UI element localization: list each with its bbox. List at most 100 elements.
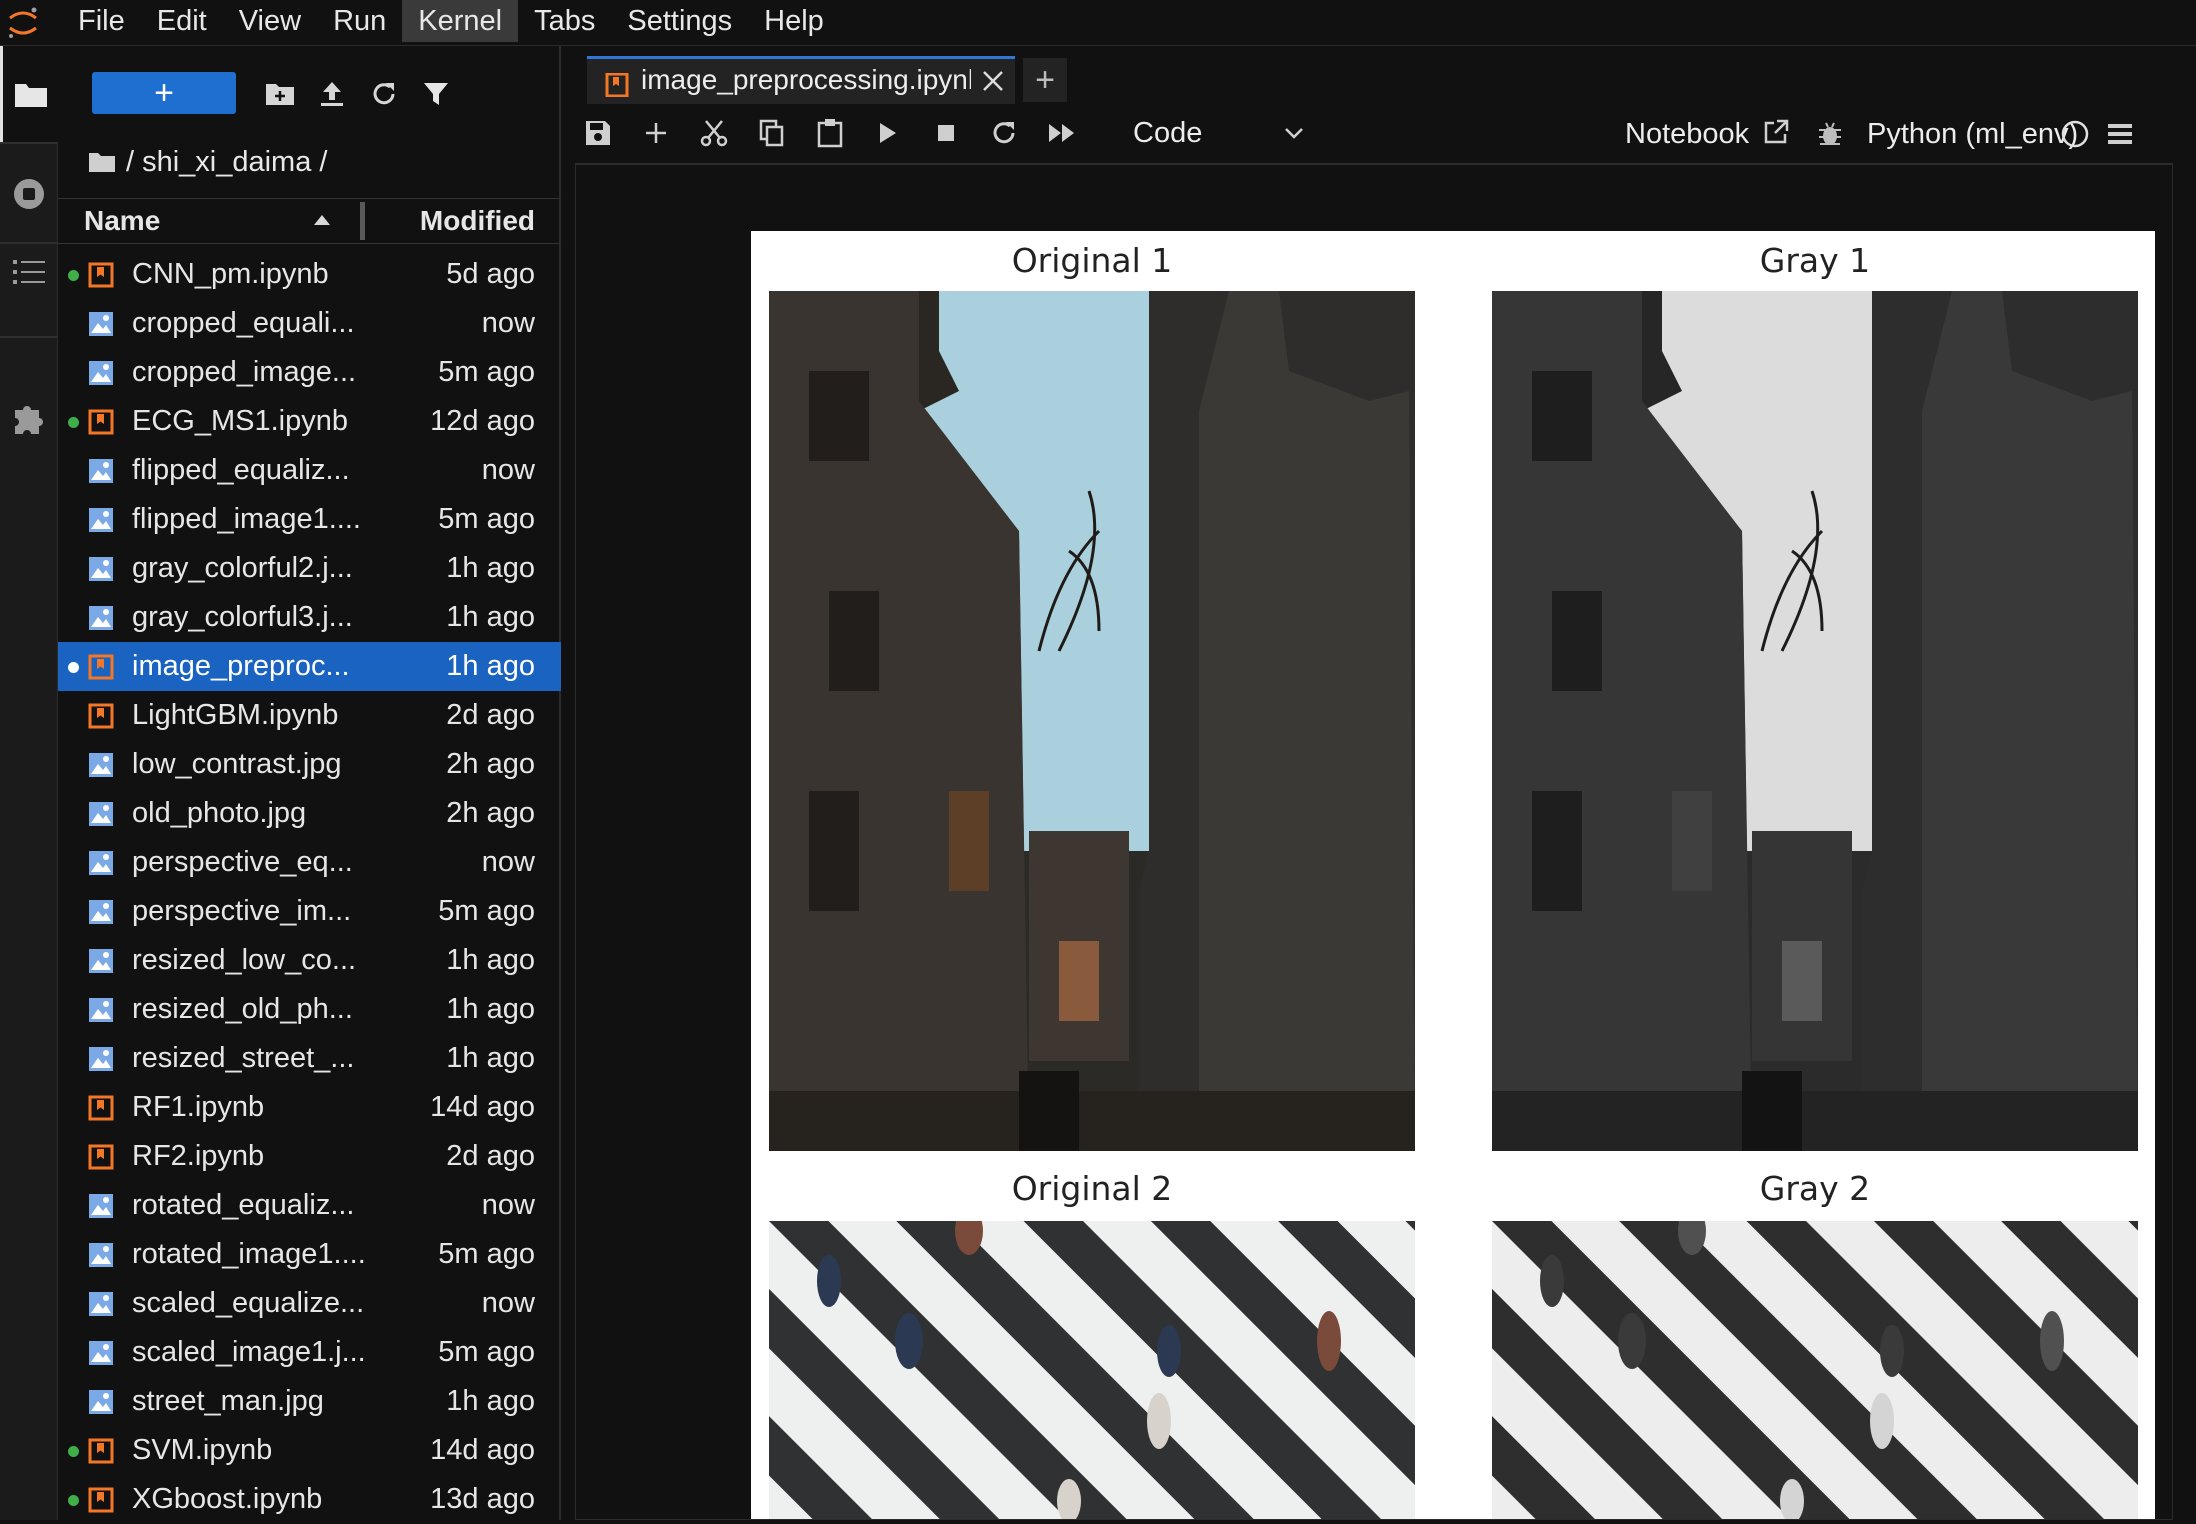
file-row[interactable]: ECG_MS1.ipynb 12d ago xyxy=(58,397,561,446)
file-row[interactable]: image_preproc... 1h ago xyxy=(58,642,561,691)
file-name: cropped_image... xyxy=(132,356,357,388)
toolbar-menu-button[interactable] xyxy=(2107,122,2133,151)
notebook-content[interactable]: Original 1 Gray 1 Original 2 Gray 2 xyxy=(575,164,2173,1520)
menu-view[interactable]: View xyxy=(223,0,317,42)
breadcrumb-folder[interactable]: shi_xi_daima xyxy=(142,146,311,179)
file-name: resized_street_... xyxy=(132,1042,355,1074)
file-row[interactable]: cropped_image... 5m ago xyxy=(58,348,561,397)
file-row[interactable]: gray_colorful3.j... 1h ago xyxy=(58,593,561,642)
file-row[interactable]: scaled_image1.j... 5m ago xyxy=(58,1328,561,1377)
kernel-name-button[interactable]: Python (ml_env) xyxy=(1867,104,2078,164)
restart-kernel-button[interactable] xyxy=(987,116,1021,150)
file-row[interactable]: RF1.ipynb 14d ago xyxy=(58,1083,561,1132)
file-modified: now xyxy=(481,1189,535,1221)
jupyter-logo[interactable] xyxy=(4,6,42,40)
file-modified: 2h ago xyxy=(446,797,535,829)
save-button[interactable] xyxy=(581,116,615,150)
cut-button[interactable] xyxy=(697,116,731,150)
file-modified: 1h ago xyxy=(446,1385,535,1417)
folder-icon[interactable] xyxy=(88,151,116,173)
file-row[interactable]: LightGBM.ipynb 2d ago xyxy=(58,691,561,740)
menu-help[interactable]: Help xyxy=(748,0,840,42)
file-row[interactable]: RF2.ipynb 2d ago xyxy=(58,1132,561,1181)
image-file-icon xyxy=(89,312,113,336)
new-folder-button[interactable] xyxy=(262,76,298,112)
image-file-icon xyxy=(89,1194,113,1218)
close-icon[interactable] xyxy=(979,67,1007,95)
file-row[interactable]: old_photo.jpg 2h ago xyxy=(58,789,561,838)
file-list: CNN_pm.ipynb 5d ago cropped_equali... now cr… xyxy=(58,250,561,1524)
file-row[interactable]: resized_old_ph... 1h ago xyxy=(58,985,561,1034)
file-row[interactable]: SVM.ipynb 14d ago xyxy=(58,1426,561,1475)
file-row[interactable]: CNN_pm.ipynb 5d ago xyxy=(58,250,561,299)
open-in-notebook-button[interactable]: Notebook xyxy=(1625,104,1789,164)
file-row[interactable]: rotated_image1.... 5m ago xyxy=(58,1230,561,1279)
file-name: RF2.ipynb xyxy=(132,1140,265,1172)
file-row[interactable]: flipped_image1.... 5m ago xyxy=(58,495,561,544)
cell-output-figure: Original 1 Gray 1 Original 2 Gray 2 xyxy=(751,231,2155,1519)
file-row[interactable]: resized_low_co... 1h ago xyxy=(58,936,561,985)
upload-button[interactable] xyxy=(314,76,350,112)
file-browser-tab[interactable] xyxy=(0,46,58,142)
image-gray-1 xyxy=(1492,291,2138,1151)
refresh-button[interactable] xyxy=(366,76,402,112)
menu-run[interactable]: Run xyxy=(317,0,402,42)
new-tab-button[interactable]: + xyxy=(1023,58,1067,102)
file-row[interactable]: street_man.jpg 1h ago xyxy=(58,1377,561,1426)
scissors-icon xyxy=(700,120,728,147)
new-launcher-button[interactable]: + xyxy=(92,72,236,114)
tab-image-preprocessing[interactable]: image_preprocessing.ipynb xyxy=(587,56,1015,104)
modified-column-header[interactable]: Modified xyxy=(420,199,535,243)
file-modified: 1h ago xyxy=(446,944,535,976)
table-of-contents-tab[interactable] xyxy=(0,224,58,320)
sort-ascending-icon xyxy=(314,215,330,225)
file-row[interactable]: XGboost.ipynb 13d ago xyxy=(58,1475,561,1524)
file-modified: 5m ago xyxy=(438,895,535,927)
running-indicator-icon xyxy=(68,1446,79,1457)
file-modified: 1h ago xyxy=(446,601,535,633)
menu-tabs[interactable]: Tabs xyxy=(518,0,611,42)
file-name: RF1.ipynb xyxy=(132,1091,265,1123)
menu-file[interactable]: File xyxy=(62,0,141,42)
file-modified: 2h ago xyxy=(446,748,535,780)
file-row[interactable]: resized_street_... 1h ago xyxy=(58,1034,561,1083)
insert-cell-button[interactable] xyxy=(639,116,673,150)
puzzle-piece-icon xyxy=(15,406,43,434)
image-original-2 xyxy=(769,1221,1415,1519)
menu-settings[interactable]: Settings xyxy=(611,0,748,42)
copy-button[interactable] xyxy=(755,116,789,150)
restart-run-all-button[interactable] xyxy=(1045,116,1079,150)
interrupt-kernel-button[interactable] xyxy=(929,116,963,150)
file-row[interactable]: cropped_equali... now xyxy=(58,299,561,348)
file-modified: 1h ago xyxy=(446,1042,535,1074)
extension-manager-tab[interactable] xyxy=(0,370,58,466)
file-row[interactable]: perspective_im... 5m ago xyxy=(58,887,561,936)
file-row[interactable]: perspective_eq... now xyxy=(58,838,561,887)
cell-type-select[interactable]: Code xyxy=(1125,110,1315,156)
file-modified: now xyxy=(481,1287,535,1319)
paste-button[interactable] xyxy=(813,116,847,150)
file-row[interactable]: flipped_equaliz... now xyxy=(58,446,561,495)
run-cell-button[interactable] xyxy=(871,116,905,150)
notebook-icon xyxy=(88,654,114,680)
activity-bar xyxy=(0,46,58,1520)
stop-circle-icon xyxy=(14,179,44,209)
image-file-icon xyxy=(89,851,113,875)
file-name: street_man.jpg xyxy=(132,1385,324,1417)
file-row[interactable]: scaled_equalize... now xyxy=(58,1279,561,1328)
file-modified: 14d ago xyxy=(430,1091,535,1123)
file-name: gray_colorful2.j... xyxy=(132,552,353,584)
file-name: flipped_image1.... xyxy=(132,503,361,535)
filter-button[interactable] xyxy=(418,76,454,112)
menu-edit[interactable]: Edit xyxy=(141,0,223,42)
column-resize-handle[interactable] xyxy=(360,202,365,240)
file-modified: 1h ago xyxy=(446,993,535,1025)
file-row[interactable]: gray_colorful2.j... 1h ago xyxy=(58,544,561,593)
image-file-icon xyxy=(89,802,113,826)
menu-kernel[interactable]: Kernel xyxy=(402,0,519,42)
debugger-button[interactable] xyxy=(1817,120,1843,153)
name-column-header[interactable]: Name xyxy=(84,199,160,243)
breadcrumb-root[interactable]: / xyxy=(126,146,134,179)
file-row[interactable]: rotated_equaliz... now xyxy=(58,1181,561,1230)
file-row[interactable]: low_contrast.jpg 2h ago xyxy=(58,740,561,789)
